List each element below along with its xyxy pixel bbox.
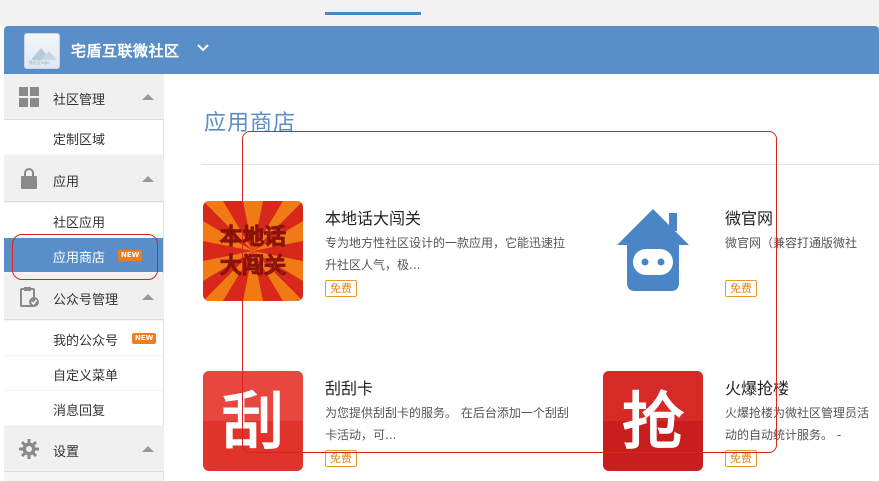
sidebar-group-community-management[interactable]: 社区管理	[4, 74, 164, 120]
collapse-arrow-icon[interactable]	[142, 176, 154, 182]
sidebar-group-settings[interactable]: 设置	[4, 426, 164, 472]
sidebar-item-label: 社区应用	[53, 216, 106, 231]
sidebar-item-message-reply[interactable]: 消息回复	[4, 391, 163, 425]
sidebar-item-custom-menu[interactable]: 自定义菜单	[4, 356, 163, 390]
grid-icon	[19, 87, 39, 107]
logo-caption: 微社区logo	[29, 60, 50, 65]
sidebar-group-label: 应用	[53, 175, 80, 190]
sidebar-group-label: 设置	[53, 445, 80, 460]
annotation-highlight-sidebar	[12, 234, 158, 280]
new-badge: NEW	[132, 333, 157, 344]
sidebar-group-apps[interactable]: 应用	[4, 156, 164, 202]
sidebar-item-label: 消息回复	[53, 404, 106, 419]
collapse-arrow-icon[interactable]	[142, 94, 154, 100]
collapse-arrow-icon[interactable]	[142, 446, 154, 452]
collapse-arrow-icon[interactable]	[142, 294, 154, 300]
sidebar-item-label: 我的公众号	[53, 334, 119, 349]
sidebar-item-custom-area[interactable]: 定制区域	[4, 120, 163, 154]
clipboard-check-icon	[20, 287, 39, 307]
annotation-highlight-apps	[242, 131, 777, 453]
sidebar-group-official-accounts[interactable]: 公众号管理	[4, 274, 164, 320]
sidebar-item-label: 定制区域	[53, 133, 106, 148]
top-header: 微社区logo 宅盾互联微社区	[4, 26, 879, 74]
sidebar-item-my-accounts[interactable]: 我的公众号 NEW	[4, 321, 163, 355]
community-name[interactable]: 宅盾互联微社区	[71, 40, 180, 61]
browser-top-strip	[0, 0, 879, 26]
active-tab-indicator	[325, 12, 421, 15]
sidebar-group-label: 社区管理	[53, 93, 106, 108]
chevron-down-icon[interactable]	[196, 41, 210, 55]
sidebar-item-label: 自定义菜单	[53, 369, 119, 384]
sidebar-item-community-apps[interactable]: 社区应用	[4, 203, 163, 237]
community-logo[interactable]: 微社区logo	[24, 33, 60, 69]
bag-icon	[21, 168, 37, 189]
sidebar-group-label: 公众号管理	[53, 293, 119, 308]
gear-icon	[19, 439, 39, 459]
